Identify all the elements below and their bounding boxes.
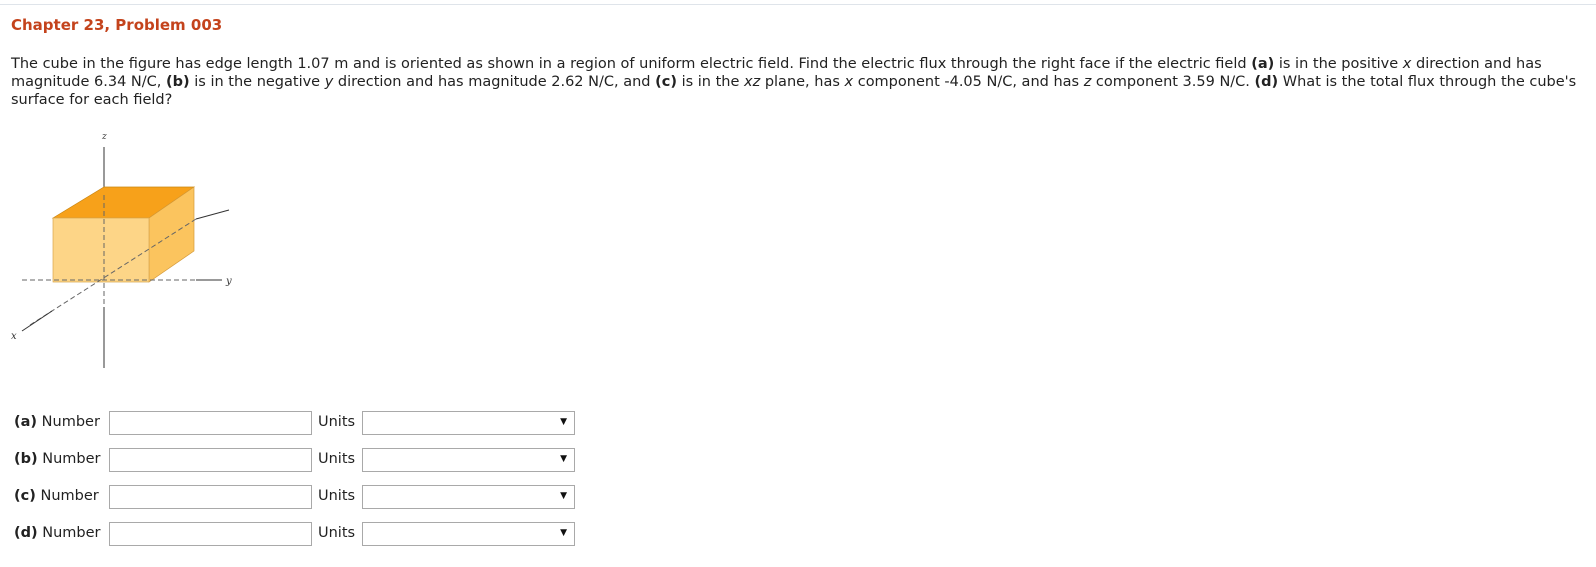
dropdown-arrow-icon: ▼ <box>560 528 567 538</box>
part-tag: (d) <box>14 525 38 541</box>
cube-figure: z y x <box>0 125 250 375</box>
statement-text: component 3.59 N/C. <box>1091 74 1255 90</box>
y-axis-label: y <box>225 276 232 287</box>
statement-text: The cube in the figure has edge length 1… <box>11 56 1252 72</box>
top-divider <box>0 4 1596 5</box>
dropdown-arrow-icon: ▼ <box>560 454 567 464</box>
units-select-d[interactable]: ▼ <box>362 522 575 546</box>
number-input-b[interactable] <box>109 448 312 472</box>
number-input-c[interactable] <box>109 485 312 509</box>
statement-text: is in the <box>676 74 745 90</box>
part-c-tag: (c) <box>655 74 677 90</box>
part-a-tag: (a) <box>1251 56 1275 72</box>
page-title: Chapter 23, Problem 003 <box>11 16 223 34</box>
number-label: Number <box>35 488 99 504</box>
units-label-b: Units <box>318 451 356 467</box>
part-tag: (b) <box>14 451 38 467</box>
units-label-d: Units <box>318 525 356 541</box>
number-input-d[interactable] <box>109 522 312 546</box>
units-label-a: Units <box>318 414 356 430</box>
statement-text: is in the negative <box>189 74 325 90</box>
part-d-tag: (d) <box>1254 74 1279 90</box>
cube-diagram: z y x <box>11 132 232 368</box>
dropdown-arrow-icon: ▼ <box>560 417 567 427</box>
x-axis-front <box>21 310 53 332</box>
statement-text: is in the positive <box>1274 56 1403 72</box>
x-axis-label: x <box>11 331 17 342</box>
problem-statement: The cube in the figure has edge length 1… <box>11 55 1581 109</box>
var-x: x <box>844 74 854 90</box>
statement-text: direction and has magnitude 2.62 N/C, an… <box>333 74 656 90</box>
number-label: Number <box>37 451 101 467</box>
units-select-b[interactable]: ▼ <box>362 448 575 472</box>
answer-label-d: (d) Number <box>14 525 101 541</box>
cube-front-face <box>52 217 150 283</box>
number-label: Number <box>37 414 100 430</box>
units-select-a[interactable]: ▼ <box>362 411 575 435</box>
x-axis-back <box>195 209 230 220</box>
dropdown-arrow-icon: ▼ <box>560 491 567 501</box>
answer-label-c: (c) Number <box>14 488 99 504</box>
answer-label-a: (a) Number <box>14 414 100 430</box>
z-axis-label: z <box>101 132 107 142</box>
part-tag: (a) <box>14 414 38 430</box>
units-label-c: Units <box>318 488 356 504</box>
units-select-c[interactable]: ▼ <box>362 485 575 509</box>
part-b-tag: (b) <box>166 74 190 90</box>
answer-label-b: (b) Number <box>14 451 101 467</box>
number-input-a[interactable] <box>109 411 312 435</box>
statement-text: component -4.05 N/C, and has <box>853 74 1084 90</box>
number-label: Number <box>37 525 101 541</box>
statement-text: plane, has <box>760 74 845 90</box>
var-xz: xz <box>744 74 761 90</box>
part-tag: (c) <box>14 488 36 504</box>
